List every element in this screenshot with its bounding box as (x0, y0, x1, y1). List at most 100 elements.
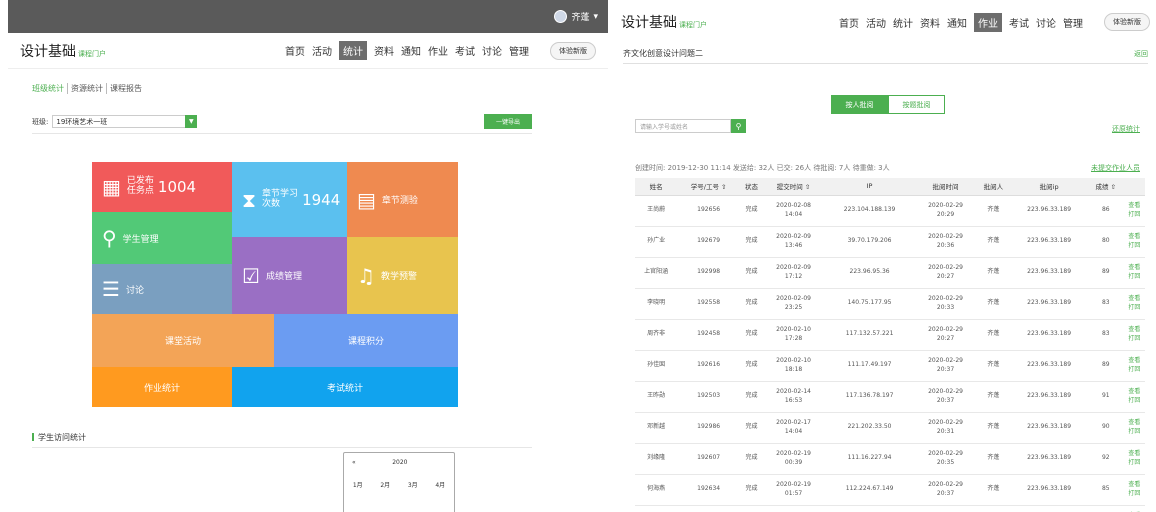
class-select[interactable]: 19环境艺术一班 ▼ (52, 115, 198, 128)
col-id: 192634 (677, 474, 741, 506)
tile-discussion[interactable]: ☰ 讨论 (92, 264, 232, 314)
restore-stats-link[interactable]: 还原统计 (1112, 124, 1140, 134)
col-actions[interactable]: 查看 打回 (1123, 350, 1145, 382)
col-submit-time-header[interactable]: 提交时间 ⇧ (762, 178, 825, 196)
nav-discussion[interactable]: 讨论 (1036, 15, 1056, 30)
user-menu[interactable]: 齐蓬 ▾ (554, 10, 598, 23)
nav-stats[interactable]: 统计 (893, 15, 913, 30)
col-actions[interactable]: 查看 打回 (1123, 412, 1145, 444)
nav-manage[interactable]: 管理 (1063, 15, 1083, 30)
tile-label: 已发布 任务点 (126, 176, 154, 196)
nav-exam[interactable]: 考试 (455, 43, 475, 58)
hourglass-icon: ⧗ (242, 187, 257, 212)
prev-year-button[interactable]: « (352, 459, 356, 466)
nav-materials[interactable]: 资料 (374, 43, 394, 58)
tile-chapter-study[interactable]: ⧗ 章节学习 次数 1944 (232, 162, 347, 237)
try-new-button[interactable]: 体验新版 (1104, 13, 1150, 31)
col-ip: 113.121.198.204 (824, 505, 915, 512)
col-id: 192669 (677, 505, 741, 512)
col-actions[interactable]: 查看 打回 (1123, 226, 1145, 258)
divider (32, 133, 532, 134)
col-review-time: 2020-02-29 20:37 (914, 350, 977, 382)
nav-homework[interactable]: 作业 (974, 12, 1002, 32)
course-title: 设计基础 (20, 43, 76, 60)
nav-home[interactable]: 首页 (839, 15, 859, 30)
tile-class-activity[interactable]: 课堂活动 (92, 314, 274, 367)
col-actions[interactable]: 查看 打回 (1123, 319, 1145, 351)
col-id: 192656 (677, 195, 741, 227)
month-apr[interactable]: 4月 (435, 480, 445, 489)
col-review-ip-header: 批阅ip (1010, 178, 1088, 196)
nav-notice[interactable]: 通知 (401, 43, 421, 58)
col-reviewer: 齐蓬 (976, 381, 1011, 413)
col-score: 80 (1087, 226, 1124, 258)
nav-activity[interactable]: 活动 (866, 15, 886, 30)
col-review-ip: 223.96.33.189 (1010, 412, 1088, 444)
col-reviewer: 齐蓬 (976, 226, 1011, 258)
col-actions[interactable]: 查看 打回 (1123, 443, 1145, 475)
bell-icon: ♫ (357, 263, 375, 288)
course-logo[interactable]: 设计基础 课程门户 (20, 41, 106, 61)
tile-published-tasks[interactable]: ▦ 已发布 任务点 1004 (92, 162, 232, 212)
tile-class-score[interactable]: 课程积分 (274, 314, 458, 367)
calendar-year: 2020 (392, 459, 408, 466)
stats-tiles: ▦ 已发布 任务点 1004 ⧗ 章节学习 次数 1944 ▤ 章节测验 ⚲ 学… (92, 162, 458, 407)
col-submit-time: 2020-02-09 23:25 (762, 288, 825, 320)
col-reviewer: 齐蓬 (976, 505, 1011, 512)
back-link[interactable]: 返回 (1134, 49, 1148, 59)
try-new-button[interactable]: 体验新版 (550, 41, 596, 60)
col-id-header[interactable]: 学号/工号 ⇧ (677, 178, 741, 196)
col-ip: 140.75.177.95 (824, 288, 915, 320)
table-row: 刘缘隆 192607 完成 2020-02-19 00:39 111.16.227.94… (635, 443, 1145, 475)
nav-discussion[interactable]: 讨论 (482, 43, 502, 58)
col-score-header[interactable]: 成绩 ⇧ (1087, 178, 1124, 196)
col-submit-time: 2020-02-09 17:12 (762, 257, 825, 289)
tile-exam-stats[interactable]: 考试统计 (232, 367, 458, 407)
tile-student-management[interactable]: ⚲ 学生管理 (92, 212, 232, 264)
col-actions[interactable]: 查看 打回 (1123, 505, 1145, 512)
col-ip: 112.224.67.149 (824, 474, 915, 506)
col-review-time: 2020-02-29 20:27 (914, 319, 977, 351)
course-logo[interactable]: 设计基础 课程门户 (621, 12, 707, 32)
col-review-ip: 223.96.33.189 (1010, 257, 1088, 289)
nav-activity[interactable]: 活动 (312, 43, 332, 58)
nav-home[interactable]: 首页 (285, 43, 305, 58)
col-actions[interactable]: 查看 打回 (1123, 195, 1145, 227)
col-submit-time: 2020-02-19 00:39 (762, 443, 825, 475)
nav-stats[interactable]: 统计 (339, 41, 367, 60)
nav-homework[interactable]: 作业 (428, 43, 448, 58)
chevron-down-icon[interactable]: ▼ (185, 115, 198, 128)
tab-class-stats[interactable]: 班级统计 (32, 83, 67, 94)
review-by-question-button[interactable]: 按题批阅 (888, 95, 945, 114)
tile-teaching-alert[interactable]: ♫ 教学预警 (347, 237, 458, 314)
tab-resource-stats[interactable]: 资源统计 (67, 83, 106, 94)
nav-manage[interactable]: 管理 (509, 43, 529, 58)
tile-homework-stats[interactable]: 作业统计 (92, 367, 232, 407)
table-row: 李晓明 192558 完成 2020-02-09 23:25 140.75.177.95… (635, 288, 1145, 320)
col-actions[interactable]: 查看 打回 (1123, 257, 1145, 289)
col-name: 王昨勋 (635, 381, 678, 413)
tile-label: 学生管理 (122, 234, 159, 245)
search-icon[interactable]: ⚲ (731, 119, 746, 133)
col-review-time: 2020-02-29 20:29 (914, 195, 977, 227)
search-input[interactable]: 请输入学号或姓名 (635, 119, 731, 133)
col-review-ip: 223.96.33.189 (1010, 474, 1088, 506)
nav-materials[interactable]: 资料 (920, 15, 940, 30)
month-jan[interactable]: 1月 (353, 480, 363, 489)
unsubmitted-link[interactable]: 未提交作业人员 (1091, 163, 1140, 173)
month-feb[interactable]: 2月 (380, 480, 390, 489)
export-button[interactable]: 一键导出 (483, 114, 532, 129)
col-actions[interactable]: 查看 打回 (1123, 474, 1145, 506)
col-reviewer: 齐蓬 (976, 474, 1011, 506)
month-mar[interactable]: 3月 (408, 480, 418, 489)
tile-chapter-test[interactable]: ▤ 章节测验 (347, 162, 458, 237)
nav-exam[interactable]: 考试 (1009, 15, 1029, 30)
nav-notice[interactable]: 通知 (947, 15, 967, 30)
col-actions[interactable]: 查看 打回 (1123, 288, 1145, 320)
col-actions[interactable]: 查看 打回 (1123, 381, 1145, 413)
col-review-ip: 223.96.33.189 (1010, 319, 1088, 351)
tile-grade-management[interactable]: ☑ 成绩管理 (232, 237, 347, 314)
review-by-person-button[interactable]: 按人批阅 (831, 95, 888, 114)
tab-course-report[interactable]: 课程报告 (106, 83, 145, 94)
table-row: 王尚蔚 192656 完成 2020-02-08 14:04 223.104.188.1… (635, 195, 1145, 227)
